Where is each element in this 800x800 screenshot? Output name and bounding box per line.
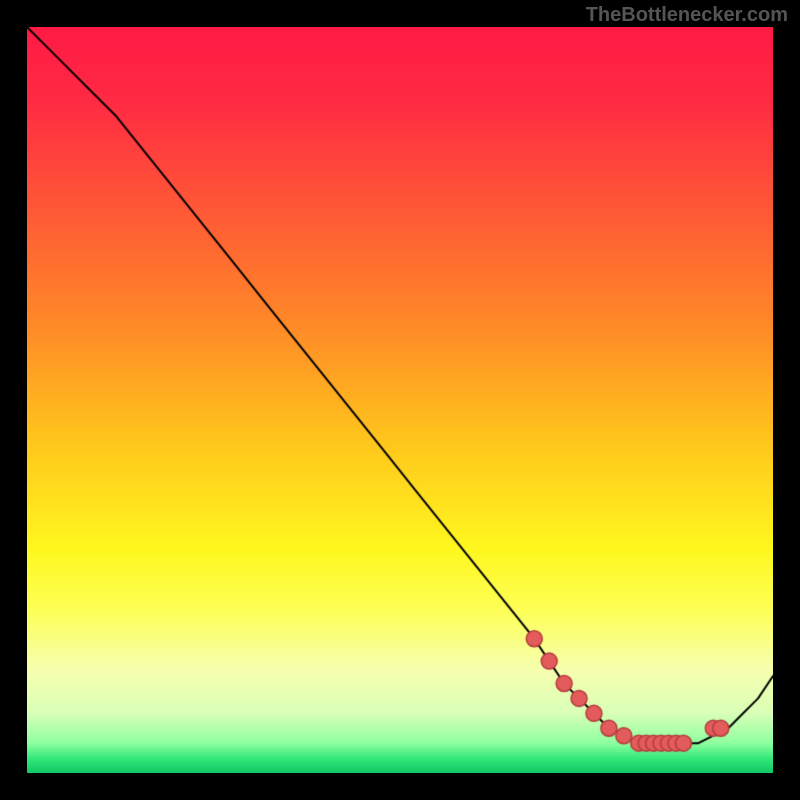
plot-area: [27, 27, 773, 773]
attribution-text: TheBottlenecker.com: [586, 4, 788, 27]
curve-layer: [27, 27, 773, 773]
chart-container: TheBottlenecker.com: [0, 0, 800, 800]
